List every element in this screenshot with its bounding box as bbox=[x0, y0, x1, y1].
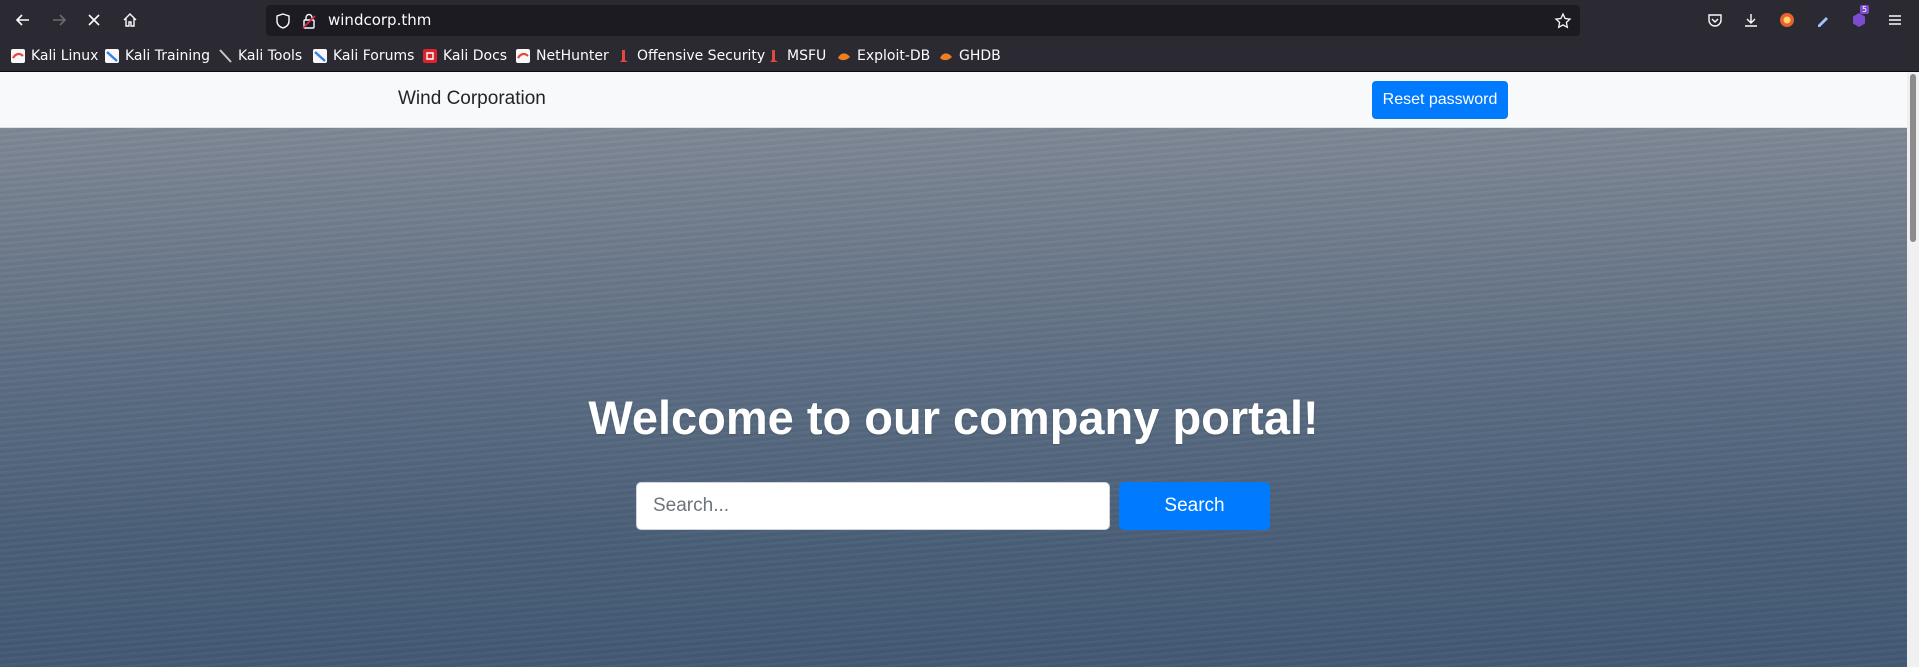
scrollbar-thumb[interactable] bbox=[1910, 74, 1916, 242]
ghdb-icon bbox=[940, 53, 952, 61]
kali-forums-icon bbox=[313, 49, 327, 63]
fox-extension-icon bbox=[1780, 13, 1794, 27]
bookmark-ghdb[interactable]: GHDB bbox=[939, 46, 1001, 66]
menu-button[interactable] bbox=[1883, 8, 1907, 32]
offsec-icon bbox=[620, 50, 628, 62]
shield-icon[interactable] bbox=[274, 12, 292, 30]
nethunter-icon bbox=[516, 49, 530, 63]
reset-password-button[interactable]: Reset password bbox=[1372, 81, 1508, 119]
stop-button[interactable] bbox=[76, 4, 112, 36]
kali-docs-icon bbox=[423, 49, 437, 63]
extension-badge: 5 bbox=[1860, 5, 1870, 14]
pocket-icon bbox=[1708, 14, 1722, 27]
bookmark-msfu[interactable]: MSFU bbox=[767, 46, 826, 66]
msfu-icon bbox=[770, 50, 778, 62]
bookmark-offensive-security[interactable]: Offensive Security bbox=[617, 46, 765, 66]
extension-button-2[interactable] bbox=[1811, 8, 1835, 32]
search-input[interactable] bbox=[636, 482, 1110, 530]
hero-banner: Welcome to our company portal! Search bbox=[0, 128, 1907, 667]
bookmark-kali-forums[interactable]: Kali Forums bbox=[313, 46, 414, 66]
back-button[interactable] bbox=[5, 4, 41, 36]
bookmark-star-icon[interactable] bbox=[1554, 12, 1572, 30]
bookmarks-bar: Kali Linux Kali Training Kali Tools Kali… bbox=[0, 40, 1919, 72]
hamburger-menu-icon bbox=[1889, 15, 1901, 25]
kali-training-icon bbox=[105, 49, 119, 63]
pocket-button[interactable] bbox=[1703, 8, 1727, 32]
bookmark-kali-training[interactable]: Kali Training bbox=[105, 46, 210, 66]
close-icon bbox=[88, 14, 100, 26]
home-button[interactable] bbox=[112, 4, 148, 36]
forward-arrow-icon bbox=[53, 14, 67, 26]
bookmark-kali-docs[interactable]: Kali Docs bbox=[423, 46, 507, 66]
download-icon bbox=[1745, 14, 1757, 27]
pen-extension-icon bbox=[1818, 17, 1828, 27]
bookmark-kali-linux[interactable]: Kali Linux bbox=[11, 46, 98, 66]
extension-button-3[interactable]: 5 bbox=[1847, 5, 1871, 32]
forward-button[interactable] bbox=[41, 4, 77, 36]
kali-tools-icon bbox=[219, 49, 232, 63]
bookmark-kali-tools[interactable]: Kali Tools bbox=[218, 46, 302, 66]
site-brand[interactable]: Wind Corporation bbox=[398, 88, 546, 110]
url-bar[interactable]: windcorp.thm bbox=[266, 5, 1580, 36]
search-button[interactable]: Search bbox=[1119, 482, 1270, 530]
page-viewport: Wind Corporation Reset password Welcome … bbox=[0, 72, 1907, 667]
insecure-lock-icon[interactable] bbox=[300, 12, 318, 30]
url-text[interactable]: windcorp.thm bbox=[328, 11, 431, 29]
bookmark-nethunter[interactable]: NetHunter bbox=[516, 46, 609, 66]
site-navbar: Wind Corporation Reset password bbox=[0, 72, 1907, 128]
back-arrow-icon bbox=[15, 14, 29, 26]
downloads-button[interactable] bbox=[1739, 8, 1763, 32]
page-title: Welcome to our company portal! bbox=[588, 391, 1319, 444]
exploitdb-icon bbox=[838, 53, 850, 61]
home-icon bbox=[123, 13, 137, 27]
browser-toolbar: windcorp.thm 5 bbox=[0, 0, 1919, 40]
kali-icon bbox=[11, 49, 25, 63]
extension-button-1[interactable] bbox=[1775, 8, 1799, 32]
page-scrollbar[interactable] bbox=[1907, 72, 1919, 667]
bookmark-exploit-db[interactable]: Exploit-DB bbox=[837, 46, 930, 66]
